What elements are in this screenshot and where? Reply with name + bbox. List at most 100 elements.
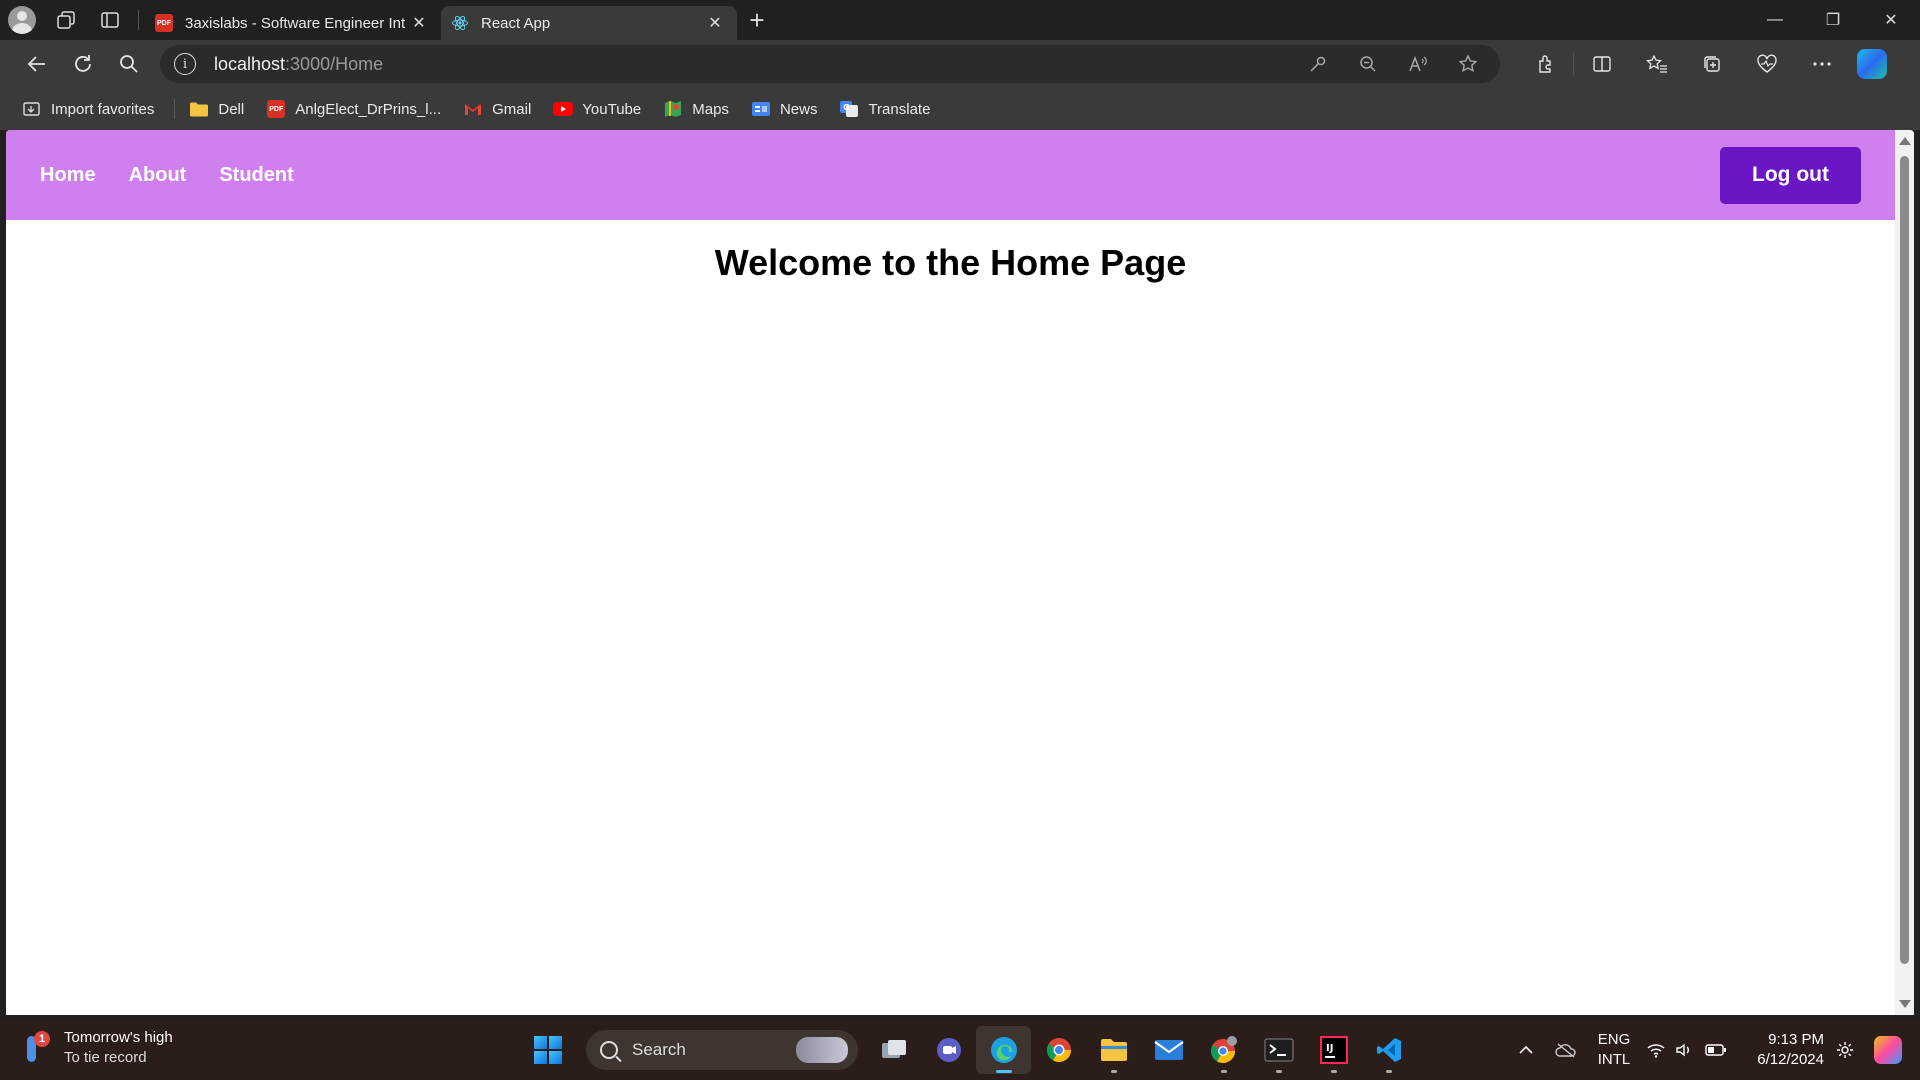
volume-icon[interactable]: [1670, 1042, 1698, 1058]
favorites-icon[interactable]: [1629, 44, 1684, 84]
back-arrow-icon: [27, 56, 45, 72]
page-scrollbar[interactable]: [1895, 130, 1914, 1015]
password-key-icon[interactable]: [1300, 46, 1336, 82]
nav-link-about[interactable]: About: [129, 164, 187, 187]
scroll-up-icon[interactable]: [1899, 137, 1911, 145]
running-indicator: [1220, 1070, 1227, 1073]
copilot-icon[interactable]: [1857, 49, 1887, 79]
news-icon: [751, 100, 771, 118]
vscode-button[interactable]: [1361, 1026, 1416, 1074]
pdf-icon-label: PDF: [155, 14, 173, 32]
chrome-profile-taskbar-button[interactable]: [1196, 1026, 1251, 1074]
tab-title: 3axislabs - Software Engineer Int: [185, 14, 406, 32]
collections-icon[interactable]: [1684, 44, 1739, 84]
close-window-button[interactable]: ✕: [1862, 0, 1920, 40]
notification-settings-icon[interactable]: [1830, 1041, 1860, 1059]
restore-button[interactable]: ❐: [1804, 0, 1862, 40]
favorite-news[interactable]: News: [743, 93, 826, 125]
pdf-icon: PDF: [266, 100, 286, 118]
back-button[interactable]: [14, 44, 60, 84]
battery-icon[interactable]: [1698, 1044, 1734, 1056]
tab-title: React App: [481, 14, 551, 32]
refresh-icon: [75, 55, 91, 72]
browser-toolbar: i localhost:3000/Home: [0, 40, 1920, 88]
favorite-dell[interactable]: Dell: [181, 93, 252, 125]
logout-button[interactable]: Log out: [1720, 146, 1861, 204]
zoom-out-icon[interactable]: [1350, 46, 1386, 82]
favorite-star-icon[interactable]: [1450, 46, 1486, 82]
favorite-label: Dell: [218, 100, 245, 118]
nav-link-student[interactable]: Student: [219, 164, 293, 187]
notification-badge: 1: [34, 1031, 50, 1047]
workspaces-button[interactable]: [44, 0, 88, 40]
weather-title: Tomorrow's high: [64, 1029, 173, 1046]
browser-tab-strip: PDF 3axislabs - Software Engineer Int ✕ …: [0, 0, 1920, 40]
favorite-label: AnlgElect_DrPrins_l...: [295, 100, 442, 118]
favorite-import[interactable]: Import favorites: [14, 93, 162, 125]
task-view-button[interactable]: [866, 1026, 921, 1074]
teams-chat-button[interactable]: [921, 1026, 976, 1074]
chrome-taskbar-button[interactable]: [1031, 1026, 1086, 1074]
browser-tool-icons: [1518, 44, 1887, 84]
running-indicator: [1275, 1070, 1282, 1073]
split-screen-icon[interactable]: [1574, 44, 1629, 84]
onedrive-icon[interactable]: [1546, 1042, 1586, 1058]
address-bar[interactable]: i localhost:3000/Home: [160, 45, 1500, 83]
read-aloud-icon[interactable]: [1400, 46, 1436, 82]
tab-react-app[interactable]: React App ✕: [441, 6, 737, 40]
tab-3axislabs[interactable]: PDF 3axislabs - Software Engineer Int ✕: [145, 6, 441, 40]
react-icon: [451, 14, 469, 32]
favorite-gmail[interactable]: Gmail: [455, 93, 539, 125]
nav-link-home[interactable]: Home: [40, 164, 96, 187]
more-menu-icon[interactable]: [1794, 44, 1849, 84]
window-controls: — ❐ ✕: [1746, 0, 1920, 40]
system-tray: ENG INTL 9:13 PM 6/12/2024: [1506, 1020, 1920, 1080]
url-host: localhost: [214, 53, 286, 74]
favorites-bar: Import favorites Dell PDF AnlgElect_DrPr…: [0, 88, 1920, 130]
svg-text:IJ: IJ: [1326, 1043, 1333, 1054]
browser-essentials-icon[interactable]: [1739, 44, 1794, 84]
weather-widget[interactable]: 1 Tomorrow's high To tie record: [22, 1028, 173, 1068]
taskbar-search[interactable]: Search: [586, 1030, 858, 1070]
terminal-icon: [1264, 1038, 1293, 1062]
language-code: ENG: [1597, 1031, 1631, 1048]
new-tab-button[interactable]: +: [737, 0, 777, 40]
vertical-tabs-button[interactable]: [88, 0, 132, 40]
edge-icon: [990, 1037, 1017, 1063]
extensions-icon[interactable]: [1518, 44, 1573, 84]
favorite-label: Translate: [868, 100, 931, 118]
profile-button[interactable]: [0, 0, 44, 40]
close-tab-button[interactable]: ✕: [407, 11, 431, 35]
thermometer-icon: 1: [22, 1031, 50, 1065]
keyboard-layout: INTL: [1597, 1051, 1631, 1068]
language-indicator[interactable]: ENG INTL: [1586, 1030, 1642, 1070]
refresh-button[interactable]: [60, 44, 106, 84]
url-path: :3000/Home: [285, 53, 384, 74]
clock[interactable]: 9:13 PM 6/12/2024: [1734, 1030, 1824, 1070]
terminal-button[interactable]: [1251, 1026, 1306, 1074]
favorite-translate[interactable]: G Translate: [831, 93, 938, 125]
wifi-icon[interactable]: [1642, 1042, 1670, 1058]
file-explorer-button[interactable]: [1086, 1026, 1141, 1074]
active-indicator: [995, 1070, 1012, 1073]
edge-taskbar-button[interactable]: [976, 1026, 1031, 1074]
intellij-button[interactable]: IJ: [1306, 1026, 1361, 1074]
start-button[interactable]: [524, 1026, 572, 1074]
minimize-button[interactable]: —: [1746, 0, 1804, 40]
taskbar-apps: Search IJ: [524, 1026, 1416, 1074]
scroll-thumb[interactable]: [1900, 156, 1909, 964]
copilot-icon[interactable]: [1874, 1036, 1902, 1064]
clock-date: 6/12/2024: [1757, 1051, 1824, 1068]
close-tab-button[interactable]: ✕: [703, 11, 727, 35]
site-info-icon[interactable]: i: [174, 53, 196, 75]
search-icon: [600, 1041, 618, 1059]
page-title: Welcome to the Home Page: [714, 242, 1187, 283]
chevron-up-icon[interactable]: [1506, 1045, 1546, 1055]
search-highlight-icon: [796, 1037, 848, 1063]
scroll-down-icon[interactable]: [1899, 1000, 1911, 1008]
search-button[interactable]: [106, 44, 152, 84]
mail-button[interactable]: [1141, 1026, 1196, 1074]
favorite-anlgelect[interactable]: PDF AnlgElect_DrPrins_l...: [258, 93, 449, 125]
favorite-youtube[interactable]: YouTube: [545, 93, 649, 125]
favorite-maps[interactable]: Maps: [655, 93, 737, 125]
